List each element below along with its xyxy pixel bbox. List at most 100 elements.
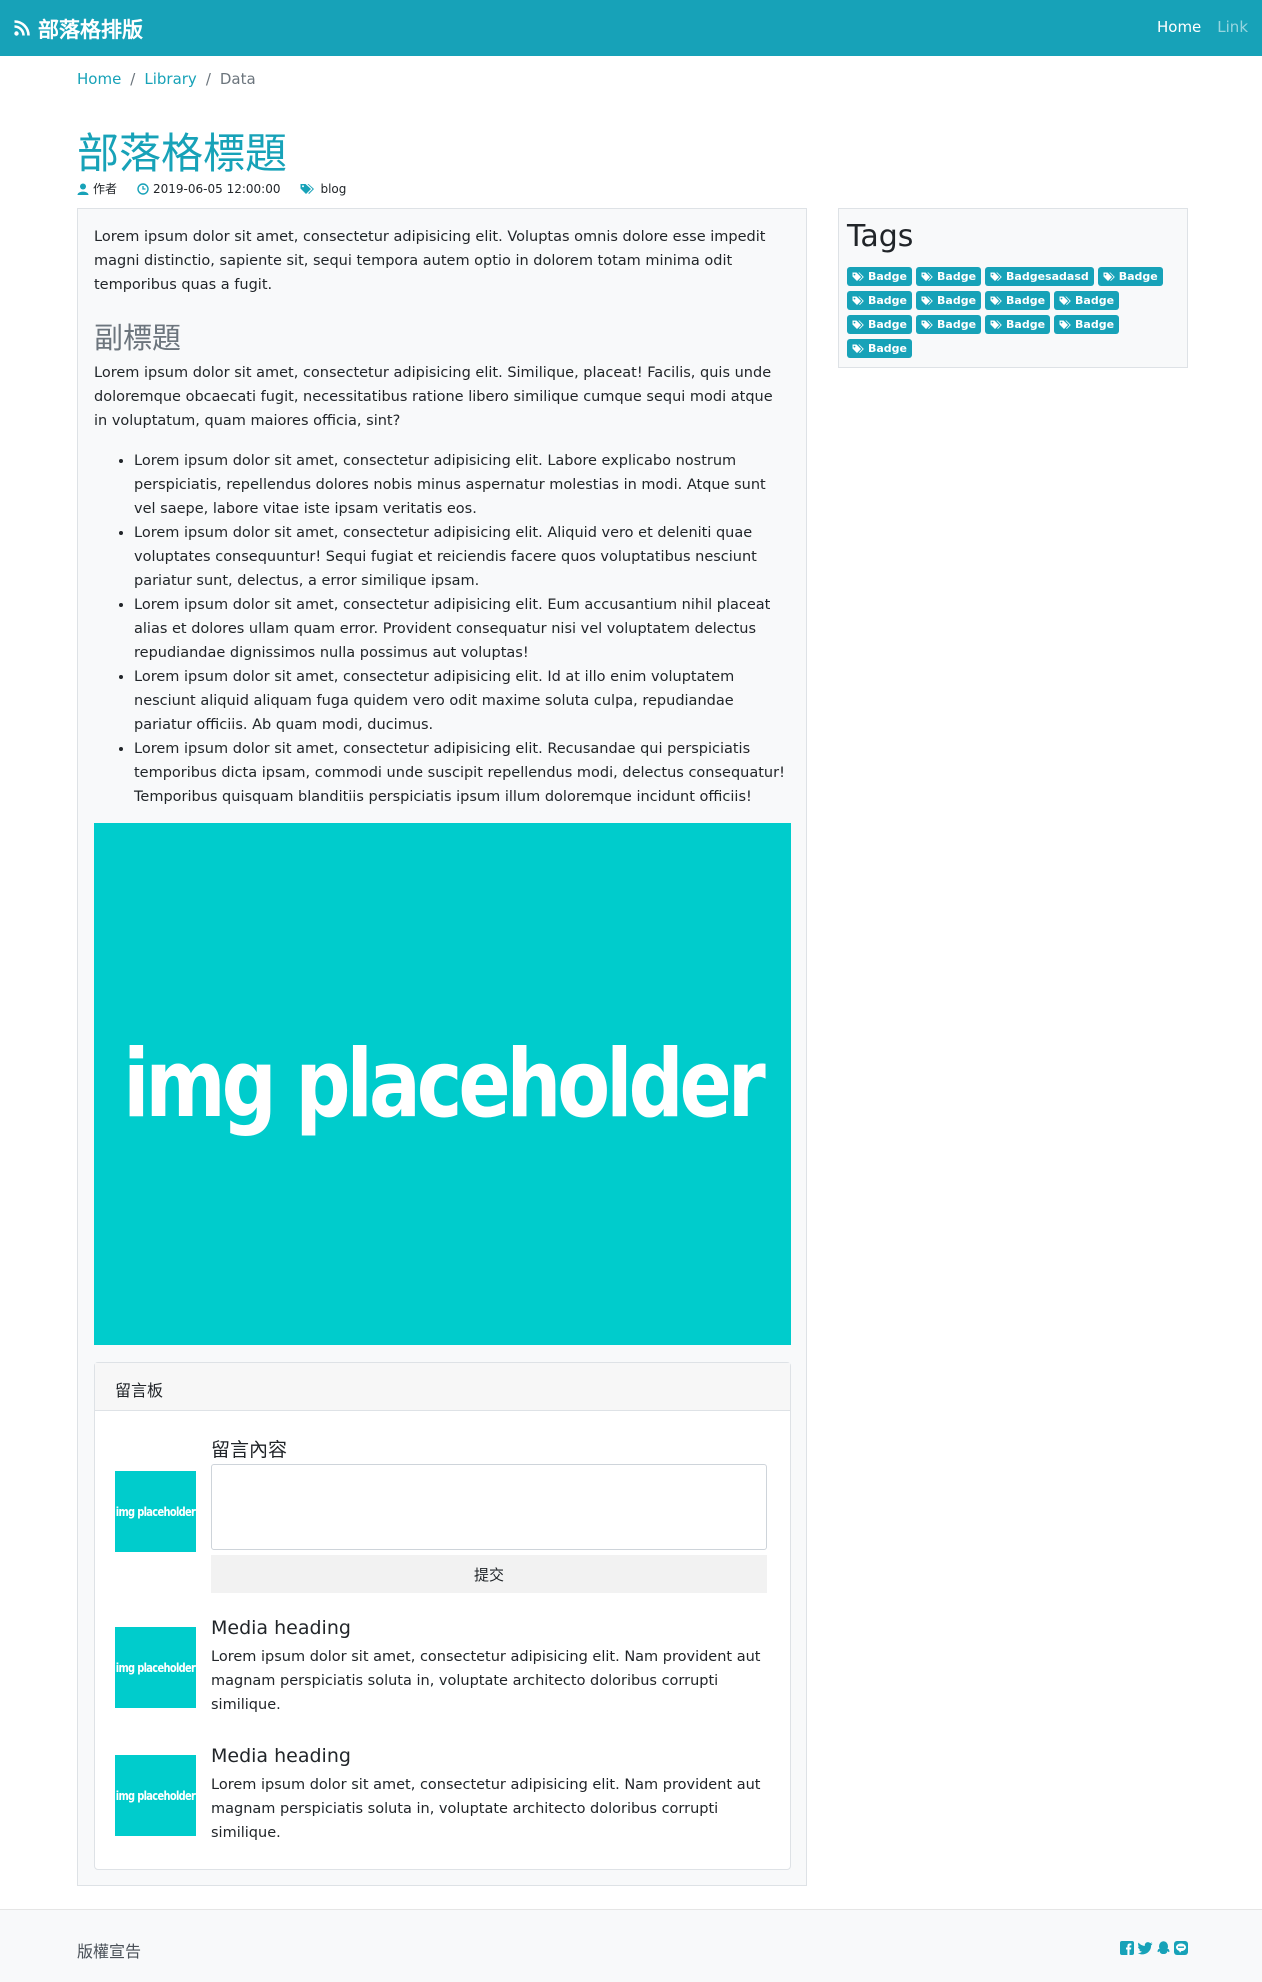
comment-label: 留言內容 xyxy=(211,1439,288,1461)
nav-links: Home Link xyxy=(1157,18,1248,36)
nav-link-home[interactable]: Home xyxy=(1157,18,1201,36)
tag-icon xyxy=(852,296,865,306)
comment-board-header: 留言板 xyxy=(95,1363,790,1411)
tag-label: Badge xyxy=(937,270,977,283)
clock-icon xyxy=(137,182,149,195)
post-category[interactable]: blog xyxy=(320,182,346,196)
breadcrumb-home[interactable]: Home xyxy=(77,70,121,88)
tags-title: Tags xyxy=(847,219,914,254)
tag-label: Badge xyxy=(937,294,977,307)
tag-label: Badge xyxy=(868,294,908,307)
comment-text: Lorem ipsum dolor sit amet, consectetur … xyxy=(211,1777,761,1841)
subtitle: 副標題 xyxy=(94,321,182,355)
tag-icon xyxy=(1059,320,1072,330)
tag-label: Badgesadasd xyxy=(1006,270,1089,283)
comment-item: Media heading Lorem ipsum dolor sit amet… xyxy=(211,1617,767,1717)
tag-icon xyxy=(852,320,865,330)
tags-icon xyxy=(300,183,316,195)
intro-paragraph: Lorem ipsum dolor sit amet, consectetur … xyxy=(94,229,766,293)
submit-button[interactable]: 提交 xyxy=(211,1555,767,1593)
brand-link[interactable]: 部落格排版 xyxy=(14,14,143,44)
comment-avatar: img placeholder xyxy=(115,1627,196,1708)
tag-badge[interactable]: Badge xyxy=(916,315,982,334)
tag-badges: Badge Badge Badgesadasd Badge Badge Badge Badg… xyxy=(847,267,1177,358)
tag-badge[interactable]: Badge xyxy=(985,315,1051,334)
copyright-text: 版權宣告 xyxy=(77,1942,142,1961)
tag-icon xyxy=(852,272,865,282)
tag-badge[interactable]: Badge xyxy=(847,267,913,286)
tag-label: Badge xyxy=(1006,318,1046,331)
facebook-icon[interactable] xyxy=(1120,1940,1134,1959)
comment-board: 留言板 img placeholder 留言內容 提交 img placehol… xyxy=(94,1362,791,1870)
breadcrumb-current: Data xyxy=(219,70,256,88)
list-item: Lorem ipsum dolor sit amet, consectetur … xyxy=(134,665,790,737)
comment-textarea[interactable] xyxy=(211,1464,767,1550)
breadcrumb: Home / Library / Data xyxy=(77,70,256,88)
list-item: Lorem ipsum dolor sit amet, consectetur … xyxy=(134,521,790,593)
user-icon xyxy=(77,183,89,195)
author-meta: 作者 xyxy=(77,180,117,197)
sub-paragraph: Lorem ipsum dolor sit amet, consectetur … xyxy=(94,365,773,429)
tag-badge[interactable]: Badgesadasd xyxy=(985,267,1094,286)
post-meta: 作者 2019-06-05 12:00:00 blog xyxy=(77,180,346,197)
tag-icon xyxy=(990,320,1003,330)
tag-badge[interactable]: Badge xyxy=(847,315,913,334)
tag-icon xyxy=(990,272,1003,282)
comment-avatar: img placeholder xyxy=(115,1755,196,1836)
tag-icon xyxy=(990,296,1003,306)
bullet-list: Lorem ipsum dolor sit amet, consectetur … xyxy=(94,449,790,809)
tag-icon xyxy=(1059,296,1072,306)
tag-label: Badge xyxy=(1075,318,1115,331)
tag-badge[interactable]: Badge xyxy=(1054,291,1120,310)
tag-label: Badge xyxy=(1118,270,1158,283)
page-title: 部落格標題 xyxy=(77,129,288,178)
tag-badge[interactable]: Badge xyxy=(916,267,982,286)
post-date: 2019-06-05 12:00:00 xyxy=(153,181,281,196)
tag-badge[interactable]: Badge xyxy=(847,339,913,358)
list-item: Lorem ipsum dolor sit amet, consectetur … xyxy=(134,593,790,665)
comment-heading: Media heading xyxy=(211,1617,351,1639)
tag-label: Badge xyxy=(868,270,908,283)
brand-title: 部落格排版 xyxy=(38,18,143,42)
nav-link-link[interactable]: Link xyxy=(1217,18,1248,36)
breadcrumb-separator: / xyxy=(130,70,136,88)
footer: 版權宣告 xyxy=(0,1909,1262,1982)
tag-icon xyxy=(921,296,934,306)
list-item: Lorem ipsum dolor sit amet, consectetur … xyxy=(134,737,790,809)
rss-icon xyxy=(14,17,38,41)
tag-label: Badge xyxy=(1006,294,1046,307)
tag-badge[interactable]: Badge xyxy=(1097,267,1163,286)
tag-badge[interactable]: Badge xyxy=(985,291,1051,310)
avatar-text: img placeholder xyxy=(115,1788,196,1803)
twitter-icon[interactable] xyxy=(1137,1940,1153,1959)
comment-text: Lorem ipsum dolor sit amet, consectetur … xyxy=(211,1649,761,1713)
tag-icon xyxy=(921,320,934,330)
avatar-text: img placeholder xyxy=(115,1504,196,1519)
tag-label: Badge xyxy=(937,318,977,331)
tag-icon xyxy=(1103,272,1116,282)
list-item: Lorem ipsum dolor sit amet, consectetur … xyxy=(134,449,790,521)
tags-card: Tags Badge Badge Badgesadasd Badge Badge Badg… xyxy=(838,208,1188,368)
tag-icon xyxy=(921,272,934,282)
post-image-text: img placeholder xyxy=(123,1029,766,1139)
tag-badge[interactable]: Badge xyxy=(847,291,913,310)
tag-label: Badge xyxy=(1075,294,1115,307)
avatar-text: img placeholder xyxy=(115,1660,196,1675)
comment-item: Media heading Lorem ipsum dolor sit amet… xyxy=(211,1745,767,1845)
social-links xyxy=(1120,1940,1188,1959)
qq-icon[interactable] xyxy=(1157,1940,1170,1959)
breadcrumb-library[interactable]: Library xyxy=(144,70,196,88)
line-icon[interactable] xyxy=(1174,1940,1188,1959)
tag-label: Badge xyxy=(868,342,908,355)
category-meta: blog xyxy=(300,182,346,196)
date-meta: 2019-06-05 12:00:00 xyxy=(137,182,280,196)
author-name: 作者 xyxy=(93,182,118,196)
tag-icon xyxy=(852,344,865,354)
tag-badge[interactable]: Badge xyxy=(916,291,982,310)
navbar: 部落格排版 Home Link xyxy=(0,0,1262,56)
article-body: Lorem ipsum dolor sit amet, consectetur … xyxy=(94,225,790,809)
comment-heading: Media heading xyxy=(211,1745,351,1767)
tag-badge[interactable]: Badge xyxy=(1054,315,1120,334)
article-card: Lorem ipsum dolor sit amet, consectetur … xyxy=(77,208,807,1886)
post-image: img placeholder xyxy=(94,823,791,1345)
